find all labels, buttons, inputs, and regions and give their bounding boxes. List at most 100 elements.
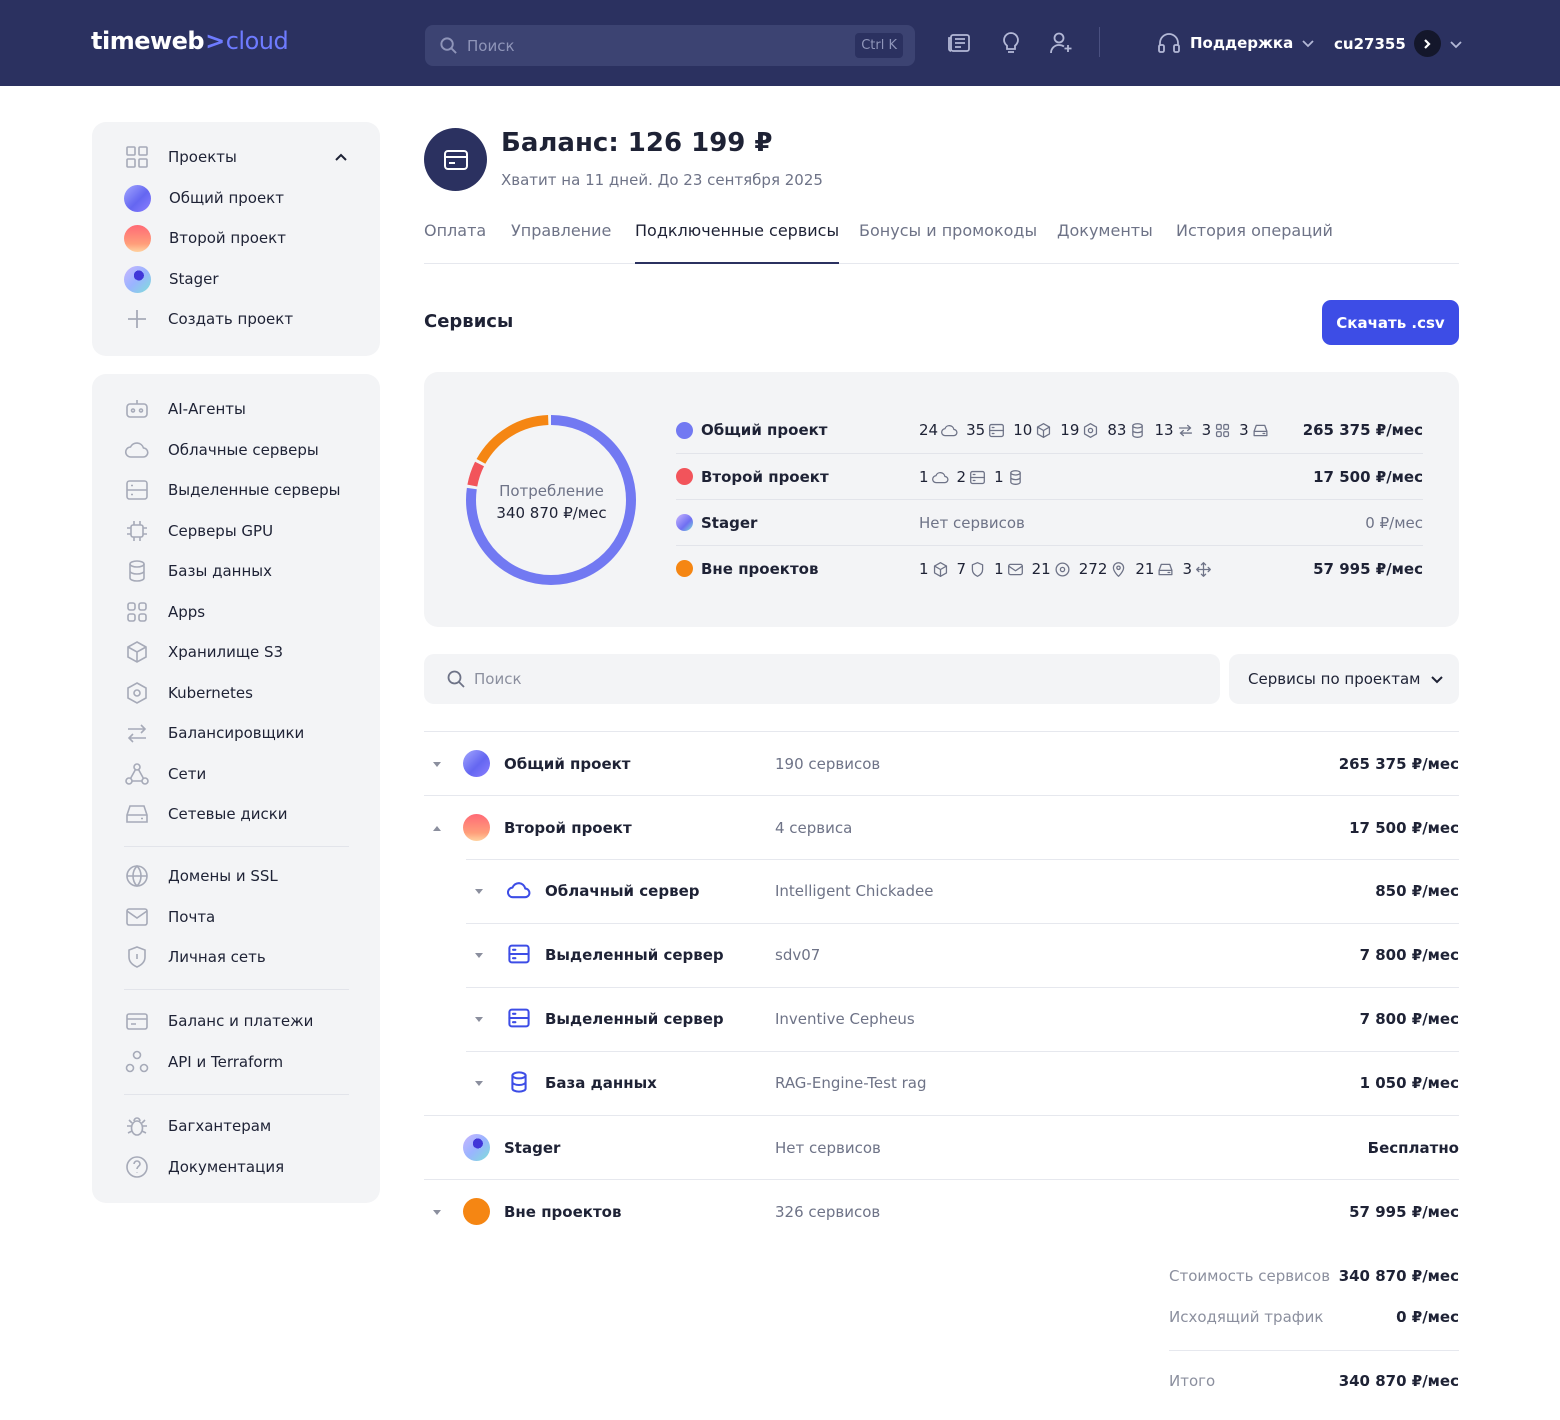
project-row[interactable]: Второй проект 4 сервиса 17 500 ₽/мес (424, 795, 1459, 859)
news-icon[interactable] (947, 30, 973, 56)
mail-icon (1007, 563, 1023, 575)
service-count-value: 272 (1078, 560, 1108, 578)
sidebar-item-label: Хранилище S3 (168, 643, 284, 661)
caret-down-icon[interactable] (474, 1078, 484, 1088)
sidebar-item-databases[interactable]: Базы данных (124, 559, 272, 583)
service-count-value: 35 (966, 421, 986, 439)
caret-up-icon[interactable] (432, 823, 442, 833)
sidebar-item-balance[interactable]: Баланс и платежи (124, 1009, 313, 1033)
sidebar-item-cloud-servers[interactable]: Облачные серверы (124, 438, 319, 462)
service-count: 2 (957, 468, 987, 486)
nav-card: AI-Агенты Облачные серверы Выделенные се… (92, 374, 380, 1203)
global-search[interactable]: Ctrl K (425, 25, 915, 66)
arrows-icon (127, 724, 147, 743)
service-row[interactable]: Выделенный сервер sdv07 7 800 ₽/мес (424, 923, 1459, 987)
sidebar-item-private-network[interactable]: Личная сеть (124, 945, 266, 969)
caret-down-icon[interactable] (432, 759, 442, 769)
sidebar-item-networks[interactable]: Сети (124, 762, 206, 786)
service-counts: 24 35 10 19 83 13 3 3 (919, 407, 1277, 453)
services-search-input[interactable] (474, 654, 1174, 704)
row-meta: RAG-Engine-Test rag (775, 1074, 927, 1092)
sidebar-item-label: Выделенные серверы (168, 481, 341, 499)
service-count: 3 (1182, 560, 1212, 578)
tab-payment[interactable]: Оплата (424, 221, 486, 264)
summary-card: Потребление 340 870 ₽/мес Общий проект 24… (424, 372, 1459, 627)
no-services-label: Нет сервисов (919, 514, 1025, 532)
services-search[interactable] (424, 654, 1220, 704)
service-count-value: 7 (956, 560, 967, 578)
database-icon (511, 1071, 527, 1093)
tab-history[interactable]: История операций (1176, 221, 1333, 264)
traffic-value: 0 ₽/мес (1396, 1308, 1459, 1326)
logo[interactable]: timeweb>cloud (91, 27, 289, 55)
sidebar-item-docs[interactable]: Документация (124, 1155, 284, 1179)
logo-accent: cloud (225, 27, 289, 55)
sidebar-item-label: Домены и SSL (168, 867, 278, 885)
project-row[interactable]: Вне проектов 326 сервисов 57 995 ₽/мес (424, 1179, 1459, 1243)
row-name: Выделенный сервер (545, 946, 724, 964)
service-row[interactable]: Облачный сервер Intelligent Chickadee 850 … (424, 859, 1459, 923)
summary-project-name: Второй проект (701, 467, 829, 486)
service-count-value: 1 (919, 560, 929, 578)
disk-icon (126, 805, 148, 823)
caret-down-icon[interactable] (474, 1014, 484, 1024)
row-meta: Нет сервисов (775, 1138, 881, 1157)
group-by-select[interactable]: Сервисы по проектам (1229, 654, 1459, 704)
sidebar-item-dedicated-servers[interactable]: Выделенные серверы (124, 478, 340, 502)
lightbulb-icon[interactable] (998, 30, 1024, 56)
disk-icon (1253, 424, 1268, 436)
service-count-value: 83 (1107, 421, 1127, 439)
sidebar-item-s3-storage[interactable]: Хранилище S3 (124, 640, 283, 664)
database-icon (1009, 469, 1021, 485)
chevron-up-icon[interactable] (333, 150, 349, 164)
sidebar-project-second[interactable]: Второй проект (124, 224, 286, 252)
sidebar-item-gpu-servers[interactable]: Серверы GPU (124, 519, 273, 543)
sidebar-item-label: AI-Агенты (168, 400, 246, 418)
cube-icon (1037, 422, 1051, 438)
project-row[interactable]: Stager Нет сервисов Бесплатно (424, 1115, 1459, 1179)
service-count-value: 1 (994, 560, 1004, 578)
tab-management[interactable]: Управление (511, 221, 611, 264)
search-icon (440, 37, 457, 54)
service-count-value: 3 (1182, 560, 1193, 578)
projects-header[interactable]: Проекты (124, 145, 237, 169)
download-csv-button[interactable]: Скачать .csv (1322, 300, 1459, 345)
row-meta: 326 сервисов (775, 1202, 881, 1221)
row-price: 850 ₽/мес (1375, 882, 1459, 900)
plus-icon (128, 310, 146, 328)
caret-down-icon[interactable] (474, 886, 484, 896)
tab-bonuses[interactable]: Бонусы и промокоды (859, 221, 1037, 264)
sidebar-item-kubernetes[interactable]: Kubernetes (124, 681, 253, 705)
sidebar-item-balancers[interactable]: Балансировщики (124, 721, 304, 745)
sidebar-item-apps[interactable]: Apps (124, 600, 205, 624)
sidebar-item-api[interactable]: API и Terraform (124, 1050, 283, 1074)
sidebar-item-ai-agents[interactable]: AI-Агенты (124, 397, 246, 421)
global-search-input[interactable] (467, 25, 847, 66)
support-menu[interactable]: Поддержка (1156, 30, 1315, 56)
user-id: cu27355 (1334, 34, 1406, 53)
sidebar-project-general[interactable]: Общий проект (124, 184, 284, 212)
tab-documents[interactable]: Документы (1057, 221, 1153, 264)
server-icon (970, 470, 986, 484)
project-dot (676, 421, 693, 439)
caret-down-icon[interactable] (432, 1207, 442, 1217)
kubernetes-icon (1084, 422, 1098, 438)
service-row[interactable]: Выделенный сервер Inventive Cepheus 7 800 … (424, 987, 1459, 1051)
create-project-button[interactable]: Создать проект (124, 307, 293, 331)
caret-down-icon[interactable] (474, 950, 484, 960)
user-menu[interactable]: cu27355 (1334, 30, 1463, 57)
project-avatar (124, 265, 151, 293)
project-row[interactable]: Общий проект 190 сервисов 265 375 ₽/мес (424, 731, 1459, 795)
sidebar-item-mail[interactable]: Почта (124, 905, 215, 929)
service-count: 24 (919, 421, 958, 439)
sidebar-project-stager[interactable]: Stager (124, 265, 219, 293)
sidebar-item-label: Личная сеть (168, 948, 266, 966)
sidebar-item-domains[interactable]: Домены и SSL (124, 864, 278, 888)
sidebar-item-network-disks[interactable]: Сетевые диски (124, 802, 288, 826)
tab-connected-services[interactable]: Подключенные сервисы (635, 221, 840, 264)
sidebar-item-bughunters[interactable]: Багхантерам (124, 1114, 271, 1138)
balance-title: Баланс: 126 199 ₽ (501, 128, 773, 158)
service-row[interactable]: База данных RAG-Engine-Test rag 1 050 ₽/ме… (424, 1051, 1459, 1115)
service-count-value: 21 (1135, 560, 1155, 578)
add-user-icon[interactable] (1048, 30, 1074, 56)
